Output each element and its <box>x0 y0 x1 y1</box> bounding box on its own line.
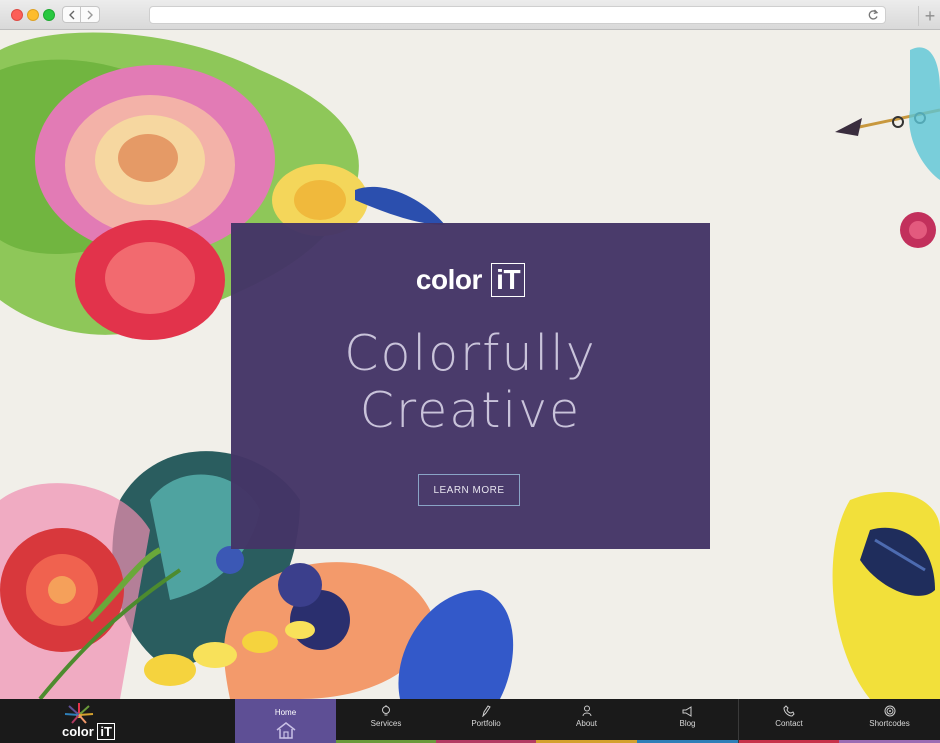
nav-label: Services <box>370 719 402 728</box>
hero-logo[interactable]: color iT <box>231 263 710 297</box>
nav-item-contact[interactable]: Contact <box>739 699 839 743</box>
back-button[interactable] <box>62 6 81 23</box>
hero-section: color iT Colorfully Creative LEARN MORE <box>0 30 940 699</box>
chevron-left-icon <box>68 10 74 19</box>
nav-item-blog[interactable]: Blog <box>637 699 738 743</box>
megaphone-icon <box>682 706 691 717</box>
learn-more-button[interactable]: LEARN MORE <box>418 474 520 506</box>
nav-item-services[interactable]: Services <box>336 699 436 743</box>
nav-label: Portfolio <box>471 719 501 728</box>
nav-label: Shortcodes <box>869 719 910 728</box>
close-window-button[interactable] <box>11 9 23 21</box>
footer-logo-text: color iT <box>62 723 115 740</box>
nav-item-portfolio[interactable]: Portfolio <box>436 699 536 743</box>
chevron-right-icon <box>87 10 93 19</box>
headline-line-1: Colorfully <box>344 325 597 382</box>
hero-logo-box: iT <box>491 263 526 297</box>
pen-icon <box>482 705 491 717</box>
footer-logo-word: color <box>62 724 94 739</box>
maximize-window-button[interactable] <box>43 9 55 21</box>
target-icon <box>884 705 895 717</box>
person-icon <box>582 705 591 717</box>
hero-panel: color iT Colorfully Creative LEARN MORE <box>231 223 710 549</box>
nav-label: Home <box>274 708 297 717</box>
hero-headline: Colorfully Creative <box>231 325 710 439</box>
hero-logo-word: color <box>415 264 482 295</box>
headline-line-2: Creative <box>359 382 582 439</box>
nav-label: Contact <box>775 719 803 728</box>
bottom-navigation: color iT Home Services Portfolio About B… <box>0 699 940 743</box>
phone-icon <box>783 705 795 717</box>
new-tab-button[interactable]: + <box>918 6 940 26</box>
browser-toolbar: + <box>0 0 940 30</box>
plus-icon: + <box>924 6 936 26</box>
color-burst-icon <box>64 703 94 724</box>
footer-logo[interactable]: color iT <box>0 699 235 743</box>
reload-icon[interactable] <box>867 8 879 22</box>
nav-item-home[interactable]: Home <box>235 699 336 743</box>
home-icon <box>276 722 295 739</box>
lightbulb-icon <box>382 705 390 716</box>
nav-label: Blog <box>679 719 696 728</box>
nav-label: About <box>576 719 597 728</box>
forward-button[interactable] <box>81 6 100 23</box>
address-bar[interactable] <box>149 6 886 24</box>
nav-item-shortcodes[interactable]: Shortcodes <box>839 699 940 743</box>
nav-item-about[interactable]: About <box>536 699 637 743</box>
footer-logo-box: iT <box>97 723 115 740</box>
minimize-window-button[interactable] <box>27 9 39 21</box>
